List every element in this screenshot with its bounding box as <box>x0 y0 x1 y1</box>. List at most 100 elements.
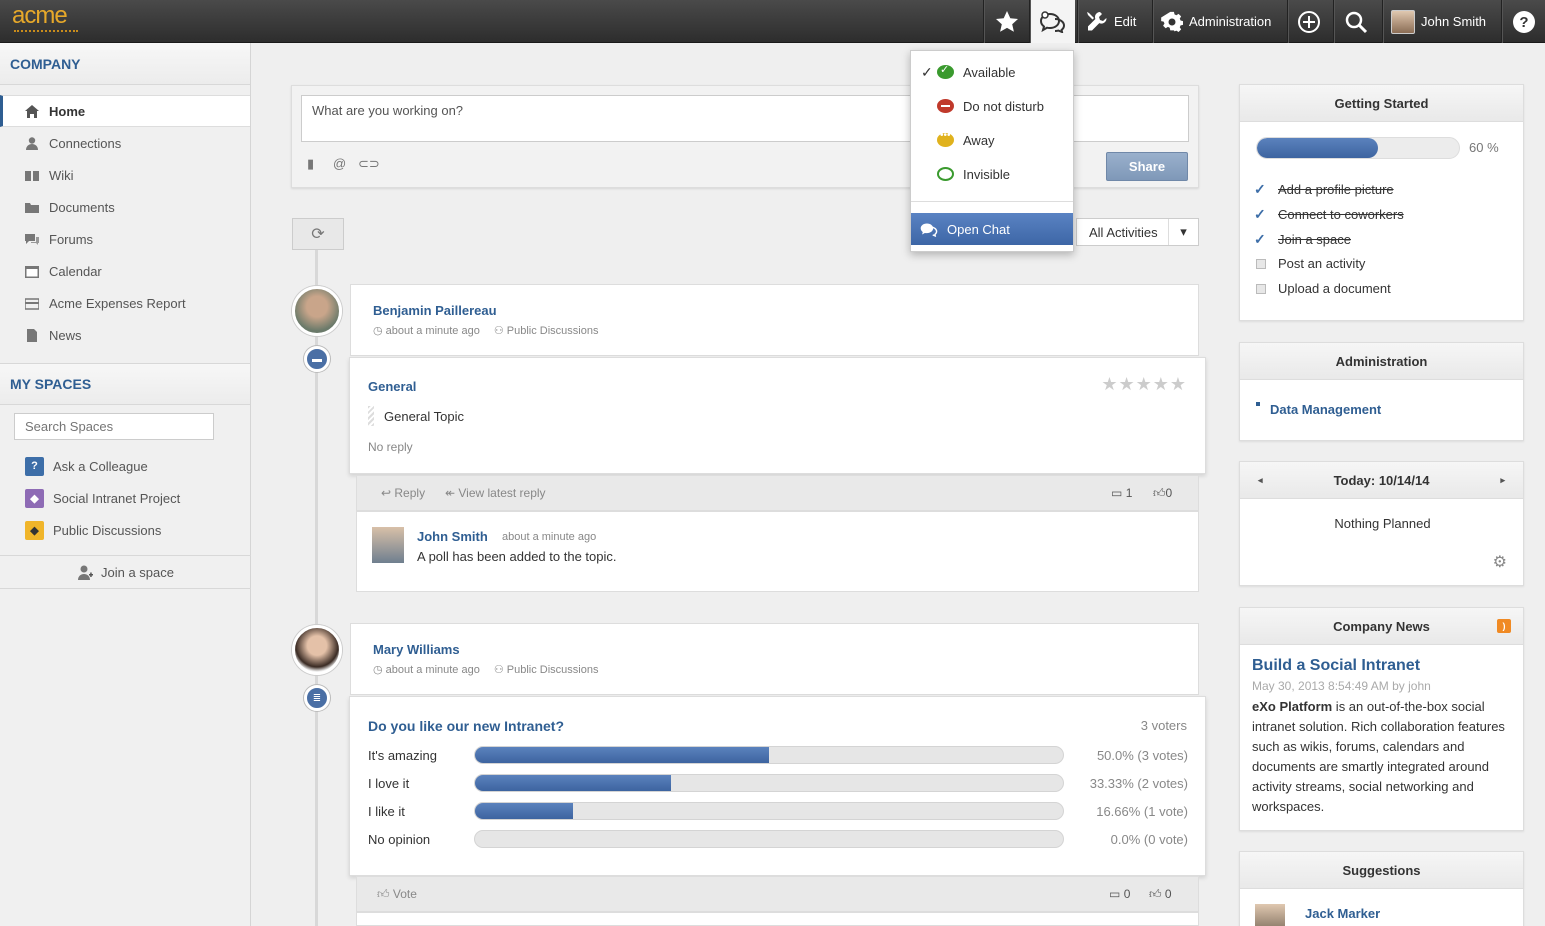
author-avatar[interactable] <box>292 625 342 675</box>
news-body: eXo Platform is an out-of-the-box social… <box>1252 697 1514 817</box>
space-label: Public Discussions <box>53 522 162 538</box>
nav-label: Forums <box>49 231 94 247</box>
chat-status-button[interactable] <box>1029 0 1075 43</box>
help-button[interactable]: ? <box>1501 0 1545 43</box>
nav-item-forums[interactable]: Forums <box>0 223 250 255</box>
space-item-public-discussions[interactable]: ◆ Public Discussions <box>0 514 250 546</box>
rss-icon[interactable]: ) <box>1497 619 1511 633</box>
activity-filter-label: All Activities <box>1089 224 1158 240</box>
status-do-not-disturb-option[interactable]: Do not disturb <box>911 94 1075 118</box>
gear-icon[interactable]: ⚙ <box>1493 552 1507 572</box>
status-available-option[interactable]: ✓ ✓ Available <box>911 60 1075 84</box>
check-icon: ✓ <box>1254 231 1266 247</box>
link-icon[interactable]: ⊂⊃ <box>358 156 380 172</box>
user-menu-button[interactable]: John Smith <box>1382 0 1500 43</box>
nav-item-expenses-report[interactable]: Acme Expenses Report <box>0 287 250 319</box>
suggestion-name[interactable]: Jack Marker <box>1305 906 1380 921</box>
comment-count: 1 <box>1125 486 1133 500</box>
add-user-icon <box>78 565 93 580</box>
company-logo[interactable]: acme <box>12 2 78 32</box>
comment-count-button[interactable]: ▭ 1 <box>1111 486 1132 500</box>
checklist-item[interactable]: ✓ Connect to coworkers <box>1254 206 1404 223</box>
topic-title[interactable]: General Topic <box>384 409 464 424</box>
share-button[interactable]: Share <box>1106 152 1188 181</box>
comment-time: about a minute ago <box>502 531 597 543</box>
search-button[interactable] <box>1333 0 1378 43</box>
comment-count-button[interactable]: ▭ 0 <box>1109 887 1130 901</box>
chat-status-dropdown: ✓ ✓ Available Do not disturb ••• Away In… <box>910 50 1074 252</box>
view-latest-reply-action[interactable]: ↞ View latest reply <box>445 486 546 500</box>
favorites-button[interactable] <box>983 0 1029 43</box>
check-icon: ✓ <box>1254 181 1266 197</box>
nav-label: Documents <box>49 199 115 215</box>
nav-item-calendar[interactable]: Calendar <box>0 255 250 287</box>
news-headline[interactable]: Build a Social Intranet <box>1252 657 1420 675</box>
join-space-button[interactable]: Join a space <box>0 555 251 589</box>
attach-file-icon[interactable]: ▮ <box>307 156 314 172</box>
checklist-item[interactable]: Post an activity <box>1254 256 1365 271</box>
rating-stars[interactable]: ★★★★★ <box>1101 374 1187 395</box>
suggestion-avatar[interactable] <box>1255 904 1285 926</box>
checklist-item[interactable]: ✓ Add a profile picture <box>1254 181 1394 198</box>
person-icon <box>26 136 38 150</box>
activity-time: ◷ about a minute ago <box>373 325 480 337</box>
previous-day-icon[interactable]: ◂ <box>1258 475 1263 486</box>
reply-status: No reply <box>368 440 413 454</box>
data-management-link[interactable]: Data Management <box>1270 402 1381 417</box>
poll-option[interactable]: No opinion 0.0% (0 vote) <box>368 829 1188 849</box>
like-button[interactable]: 👍︎ 0 <box>1149 887 1172 902</box>
activity-filter-select[interactable]: All Activities ▾ <box>1076 218 1199 246</box>
checklist-item[interactable]: ✓ Join a space <box>1254 231 1351 248</box>
author-avatar[interactable] <box>292 286 342 336</box>
company-news-widget: Company News ) Build a Social Intranet M… <box>1239 607 1524 831</box>
search-spaces-input[interactable] <box>14 413 214 440</box>
status-invisible-option[interactable]: Invisible <box>911 162 1075 186</box>
nav-item-home[interactable]: Home <box>0 95 250 127</box>
administration-menu-button[interactable]: Administration <box>1152 0 1283 43</box>
vote-action[interactable]: 👍︎ Vote <box>377 887 417 902</box>
activity-meta: ◷ about a minute ago ⚇ Public Discussion… <box>373 324 598 337</box>
next-day-icon[interactable]: ▸ <box>1500 475 1505 486</box>
activity-author[interactable]: Mary Williams <box>373 642 460 657</box>
status-away-option[interactable]: ••• Away <box>911 128 1075 152</box>
poll-option-label: No opinion <box>368 831 431 847</box>
comment-avatar[interactable] <box>372 527 404 563</box>
forum-activity-icon: ▬ <box>304 346 330 372</box>
poll-option[interactable]: I love it 33.33% (2 votes) <box>368 773 1188 793</box>
edit-menu-button[interactable]: Edit <box>1077 0 1151 43</box>
space-item-social-intranet-project[interactable]: ◆ Social Intranet Project <box>0 482 250 514</box>
mention-icon[interactable]: @ <box>333 156 346 171</box>
poll-option-label: It's amazing <box>368 747 437 763</box>
activity-space[interactable]: ⚇ Public Discussions <box>494 324 599 337</box>
forum-title[interactable]: General <box>368 379 416 394</box>
activity-space[interactable]: ⚇ Public Discussions <box>494 663 599 676</box>
poll-option-result: 33.33% (2 votes) <box>1089 775 1188 791</box>
comment-area <box>356 912 1199 926</box>
refresh-stream-button[interactable]: ⟳ <box>292 218 344 250</box>
checkbox-icon <box>1256 258 1266 269</box>
nav-item-documents[interactable]: Documents <box>0 191 250 223</box>
activity-author[interactable]: Benjamin Paillereau <box>373 303 497 318</box>
activity-space-text: Public Discussions <box>506 325 599 337</box>
thumbs-up-icon: 👍︎ <box>1149 886 1162 901</box>
nav-item-news[interactable]: News <box>0 319 250 351</box>
comment-author[interactable]: John Smith <box>417 529 488 544</box>
check-icon: ✓ <box>921 63 933 80</box>
nav-item-wiki[interactable]: Wiki <box>0 159 250 191</box>
checklist-item[interactable]: Upload a document <box>1254 281 1391 296</box>
poll-question[interactable]: Do you like our new Intranet? <box>368 718 564 734</box>
nav-label: News <box>49 327 82 343</box>
space-item-ask-a-colleague[interactable]: ? Ask a Colleague <box>0 450 250 482</box>
reply-action[interactable]: ↩ Reply <box>381 486 425 500</box>
poll-option[interactable]: It's amazing 50.0% (3 votes) <box>368 745 1188 765</box>
add-content-button[interactable] <box>1287 0 1329 43</box>
poll-bar-fill <box>475 775 671 791</box>
calendar-date: Today: 10/14/14 <box>1333 472 1430 488</box>
poll-option[interactable]: I like it 16.66% (1 vote) <box>368 801 1188 821</box>
available-status-icon: ✓ <box>937 64 954 79</box>
like-button[interactable]: 👍︎0 <box>1153 486 1172 501</box>
open-chat-button[interactable]: Open Chat <box>911 213 1073 245</box>
activity-header: Benjamin Paillereau ◷ about a minute ago… <box>350 284 1199 356</box>
nav-item-connections[interactable]: Connections <box>0 127 250 159</box>
administration-label: Administration <box>1189 14 1272 29</box>
